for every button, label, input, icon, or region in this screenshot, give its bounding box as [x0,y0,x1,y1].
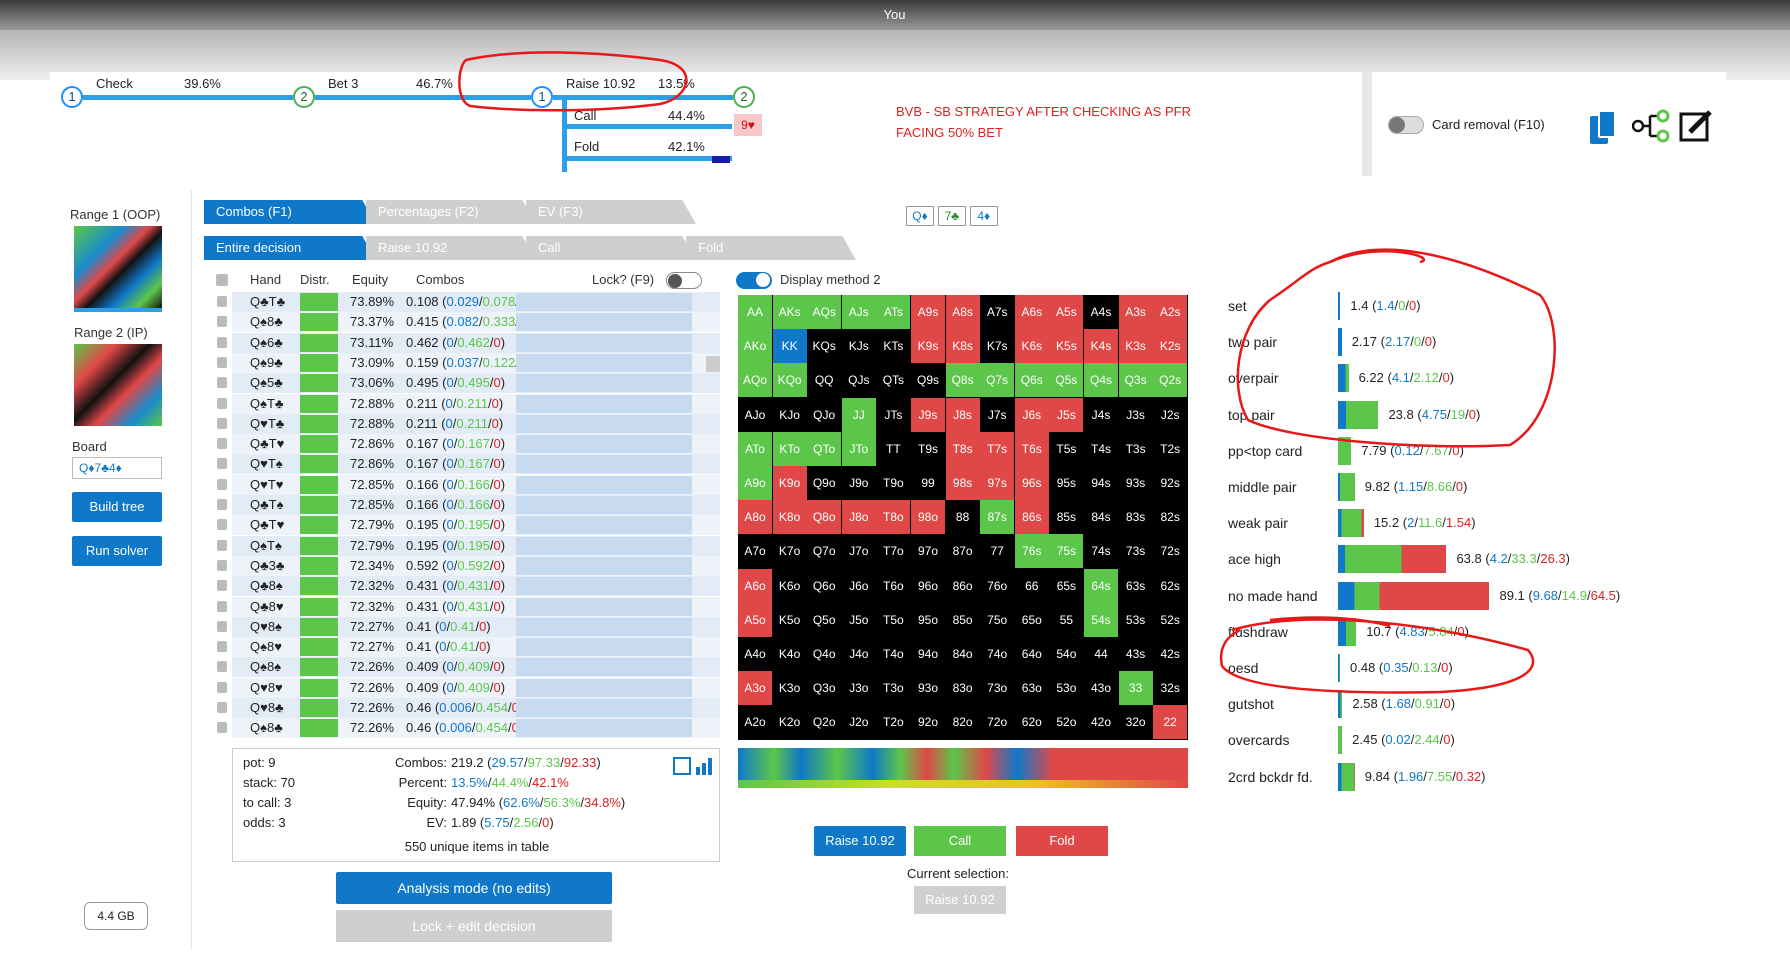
red-annotations [458,51,1556,694]
